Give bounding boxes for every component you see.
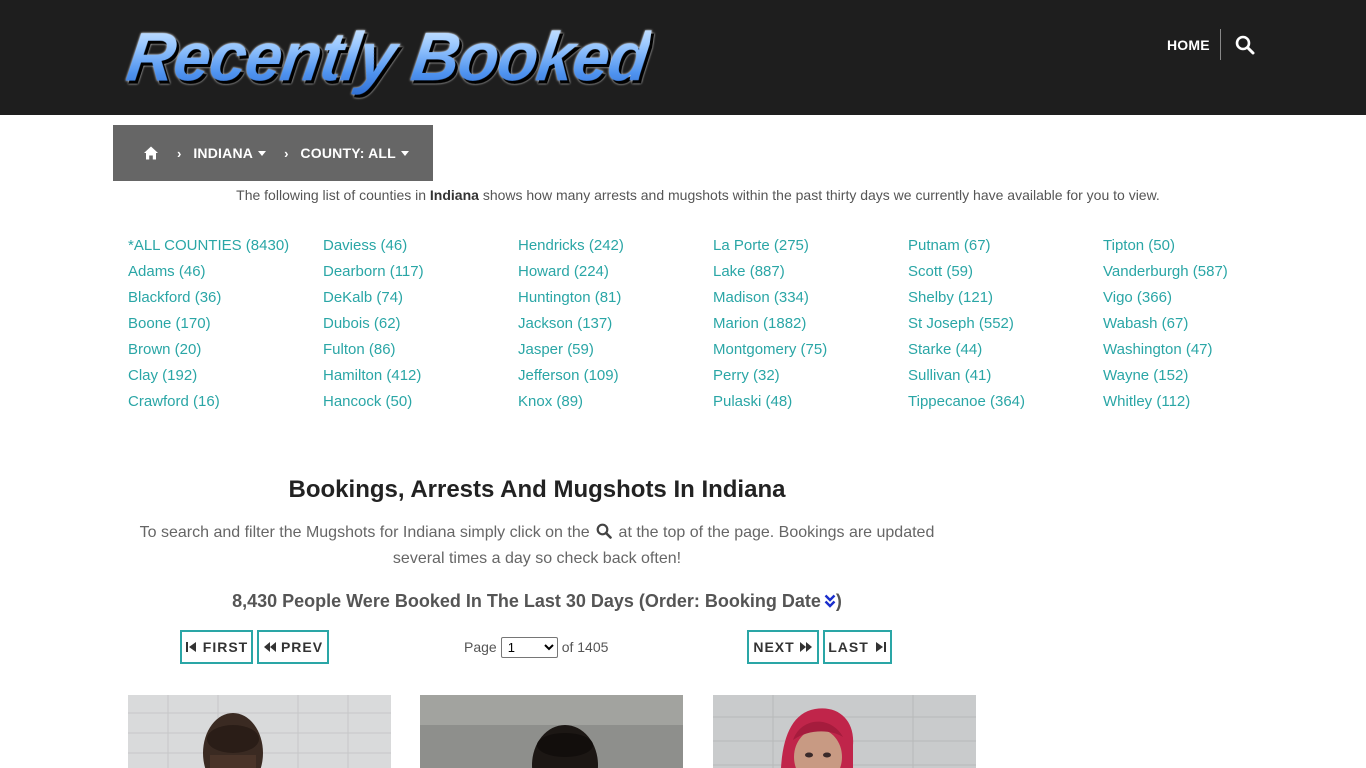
page-select[interactable]: 1 xyxy=(500,636,558,658)
county-link[interactable]: Adams (46) xyxy=(128,261,289,287)
county-link[interactable]: Fulton (86) xyxy=(323,339,424,365)
county-link[interactable]: Clay (192) xyxy=(128,365,289,391)
county-link[interactable]: Vigo (366) xyxy=(1103,287,1228,313)
fast-forward-icon xyxy=(799,642,812,652)
mugshot-image xyxy=(420,695,683,768)
booked-count-text: 8,430 People Were Booked In The Last 30 … xyxy=(232,591,821,611)
next-page-label: NEXT xyxy=(753,639,795,655)
county-link[interactable]: *ALL COUNTIES (8430) xyxy=(128,235,289,261)
breadcrumb-county-dropdown[interactable]: COUNTY: ALL xyxy=(300,145,409,161)
county-link[interactable]: Jasper (59) xyxy=(518,339,624,365)
caret-down-icon xyxy=(400,150,409,156)
breadcrumb-state-dropdown[interactable]: INDIANA xyxy=(193,145,267,161)
county-column: Hendricks (242) Howard (224) Huntington (8… xyxy=(518,235,624,417)
county-link[interactable]: Wayne (152) xyxy=(1103,365,1228,391)
mugshot-card[interactable] xyxy=(713,695,976,768)
county-column: Daviess (46) Dearborn (117) DeKalb (74) Dub… xyxy=(323,235,424,417)
intro-after: shows how many arrests and mugshots with… xyxy=(478,187,1160,203)
county-column: Putnam (67) Scott (59) Shelby (121) St Jose… xyxy=(908,235,1025,417)
county-link[interactable]: Boone (170) xyxy=(128,313,289,339)
page-word: Page xyxy=(464,639,497,655)
county-link[interactable]: Tippecanoe (364) xyxy=(908,391,1025,417)
chevron-right-icon: › xyxy=(177,145,182,161)
intro-text: The following list of counties in Indian… xyxy=(0,185,1366,205)
county-link[interactable]: Whitley (112) xyxy=(1103,391,1228,417)
county-link[interactable]: Shelby (121) xyxy=(908,287,1025,313)
next-page-button[interactable]: NEXT xyxy=(747,630,819,664)
county-link[interactable]: Sullivan (41) xyxy=(908,365,1025,391)
page-indicator: Page 1 of 1405 xyxy=(464,636,608,658)
booked-count-close: ) xyxy=(835,591,842,611)
county-link[interactable]: La Porte (275) xyxy=(713,235,827,261)
chevron-right-icon: › xyxy=(284,145,289,161)
mugshot-image xyxy=(713,695,976,768)
county-link[interactable]: Hamilton (412) xyxy=(323,365,424,391)
county-link[interactable]: Blackford (36) xyxy=(128,287,289,313)
site-header: Recently Booked HOME xyxy=(0,0,1366,115)
site-logo[interactable]: Recently Booked xyxy=(122,14,654,98)
county-link[interactable]: Howard (224) xyxy=(518,261,624,287)
section-desc-before: To search and filter the Mugshots for In… xyxy=(139,524,590,541)
county-link[interactable]: Jackson (137) xyxy=(518,313,624,339)
skip-first-icon xyxy=(185,642,196,652)
rewind-icon xyxy=(263,642,276,652)
county-link[interactable]: Pulaski (48) xyxy=(713,391,827,417)
county-link[interactable]: Vanderburgh (587) xyxy=(1103,261,1228,287)
county-link[interactable]: Lake (887) xyxy=(713,261,827,287)
nav-divider xyxy=(1220,29,1221,60)
county-link[interactable]: Hancock (50) xyxy=(323,391,424,417)
county-link[interactable]: Brown (20) xyxy=(128,339,289,365)
county-link[interactable]: Tipton (50) xyxy=(1103,235,1228,261)
county-link[interactable]: Crawford (16) xyxy=(128,391,289,417)
section-title: Bookings, Arrests And Mugshots In Indian… xyxy=(288,476,786,503)
prev-page-label: PREV xyxy=(280,639,324,655)
county-link[interactable]: Madison (334) xyxy=(713,287,827,313)
mugshot-card[interactable] xyxy=(128,695,391,768)
county-link[interactable]: Montgomery (75) xyxy=(713,339,827,365)
prev-page-button[interactable]: PREV xyxy=(257,630,329,664)
county-link[interactable]: Washington (47) xyxy=(1103,339,1228,365)
breadcrumb: › INDIANA › COUNTY: ALL xyxy=(113,125,433,181)
search-icon[interactable] xyxy=(1235,35,1255,55)
intro-before: The following list of counties in xyxy=(236,187,430,203)
section-description: To search and filter the Mugshots for In… xyxy=(118,520,956,572)
county-link[interactable]: Starke (44) xyxy=(908,339,1025,365)
home-icon[interactable] xyxy=(143,145,159,161)
county-link[interactable]: Scott (59) xyxy=(908,261,1025,287)
last-page-label: LAST xyxy=(828,639,869,655)
county-link[interactable]: DeKalb (74) xyxy=(323,287,424,313)
page-total: of 1405 xyxy=(561,639,609,655)
intro-state: Indiana xyxy=(429,187,479,203)
last-page-button[interactable]: LAST xyxy=(823,630,892,664)
breadcrumb-state-label: INDIANA xyxy=(193,145,254,161)
county-column: Tipton (50) Vanderburgh (587) Vigo (366) Wa… xyxy=(1103,235,1228,417)
first-page-label: FIRST xyxy=(202,639,249,655)
first-page-button[interactable]: FIRST xyxy=(180,630,253,664)
county-link[interactable]: Huntington (81) xyxy=(518,287,624,313)
caret-down-icon xyxy=(258,150,267,156)
county-column: La Porte (275) Lake (887) Madison (334) Mar… xyxy=(713,235,827,417)
mugshot-card[interactable] xyxy=(420,695,683,768)
county-link[interactable]: Perry (32) xyxy=(713,365,827,391)
county-link[interactable]: Dubois (62) xyxy=(323,313,424,339)
search-icon xyxy=(596,522,612,539)
county-link[interactable]: St Joseph (552) xyxy=(908,313,1025,339)
skip-last-icon xyxy=(875,642,886,652)
nav-home-link[interactable]: HOME xyxy=(1167,35,1210,55)
county-link[interactable]: Putnam (67) xyxy=(908,235,1025,261)
mugshot-image xyxy=(128,695,391,768)
county-link[interactable]: Knox (89) xyxy=(518,391,624,417)
county-column: *ALL COUNTIES (8430) Adams (46) Blackford … xyxy=(128,235,289,417)
county-link[interactable]: Hendricks (242) xyxy=(518,235,624,261)
county-link[interactable]: Jefferson (109) xyxy=(518,365,624,391)
sort-descending-icon[interactable] xyxy=(824,590,836,608)
county-link[interactable]: Dearborn (117) xyxy=(323,261,424,287)
county-link[interactable]: Wabash (67) xyxy=(1103,313,1228,339)
county-link[interactable]: Daviess (46) xyxy=(323,235,424,261)
booked-count-line: 8,430 People Were Booked In The Last 30 … xyxy=(128,588,946,614)
county-link[interactable]: Marion (1882) xyxy=(713,313,827,339)
breadcrumb-county-label: COUNTY: ALL xyxy=(300,145,396,161)
